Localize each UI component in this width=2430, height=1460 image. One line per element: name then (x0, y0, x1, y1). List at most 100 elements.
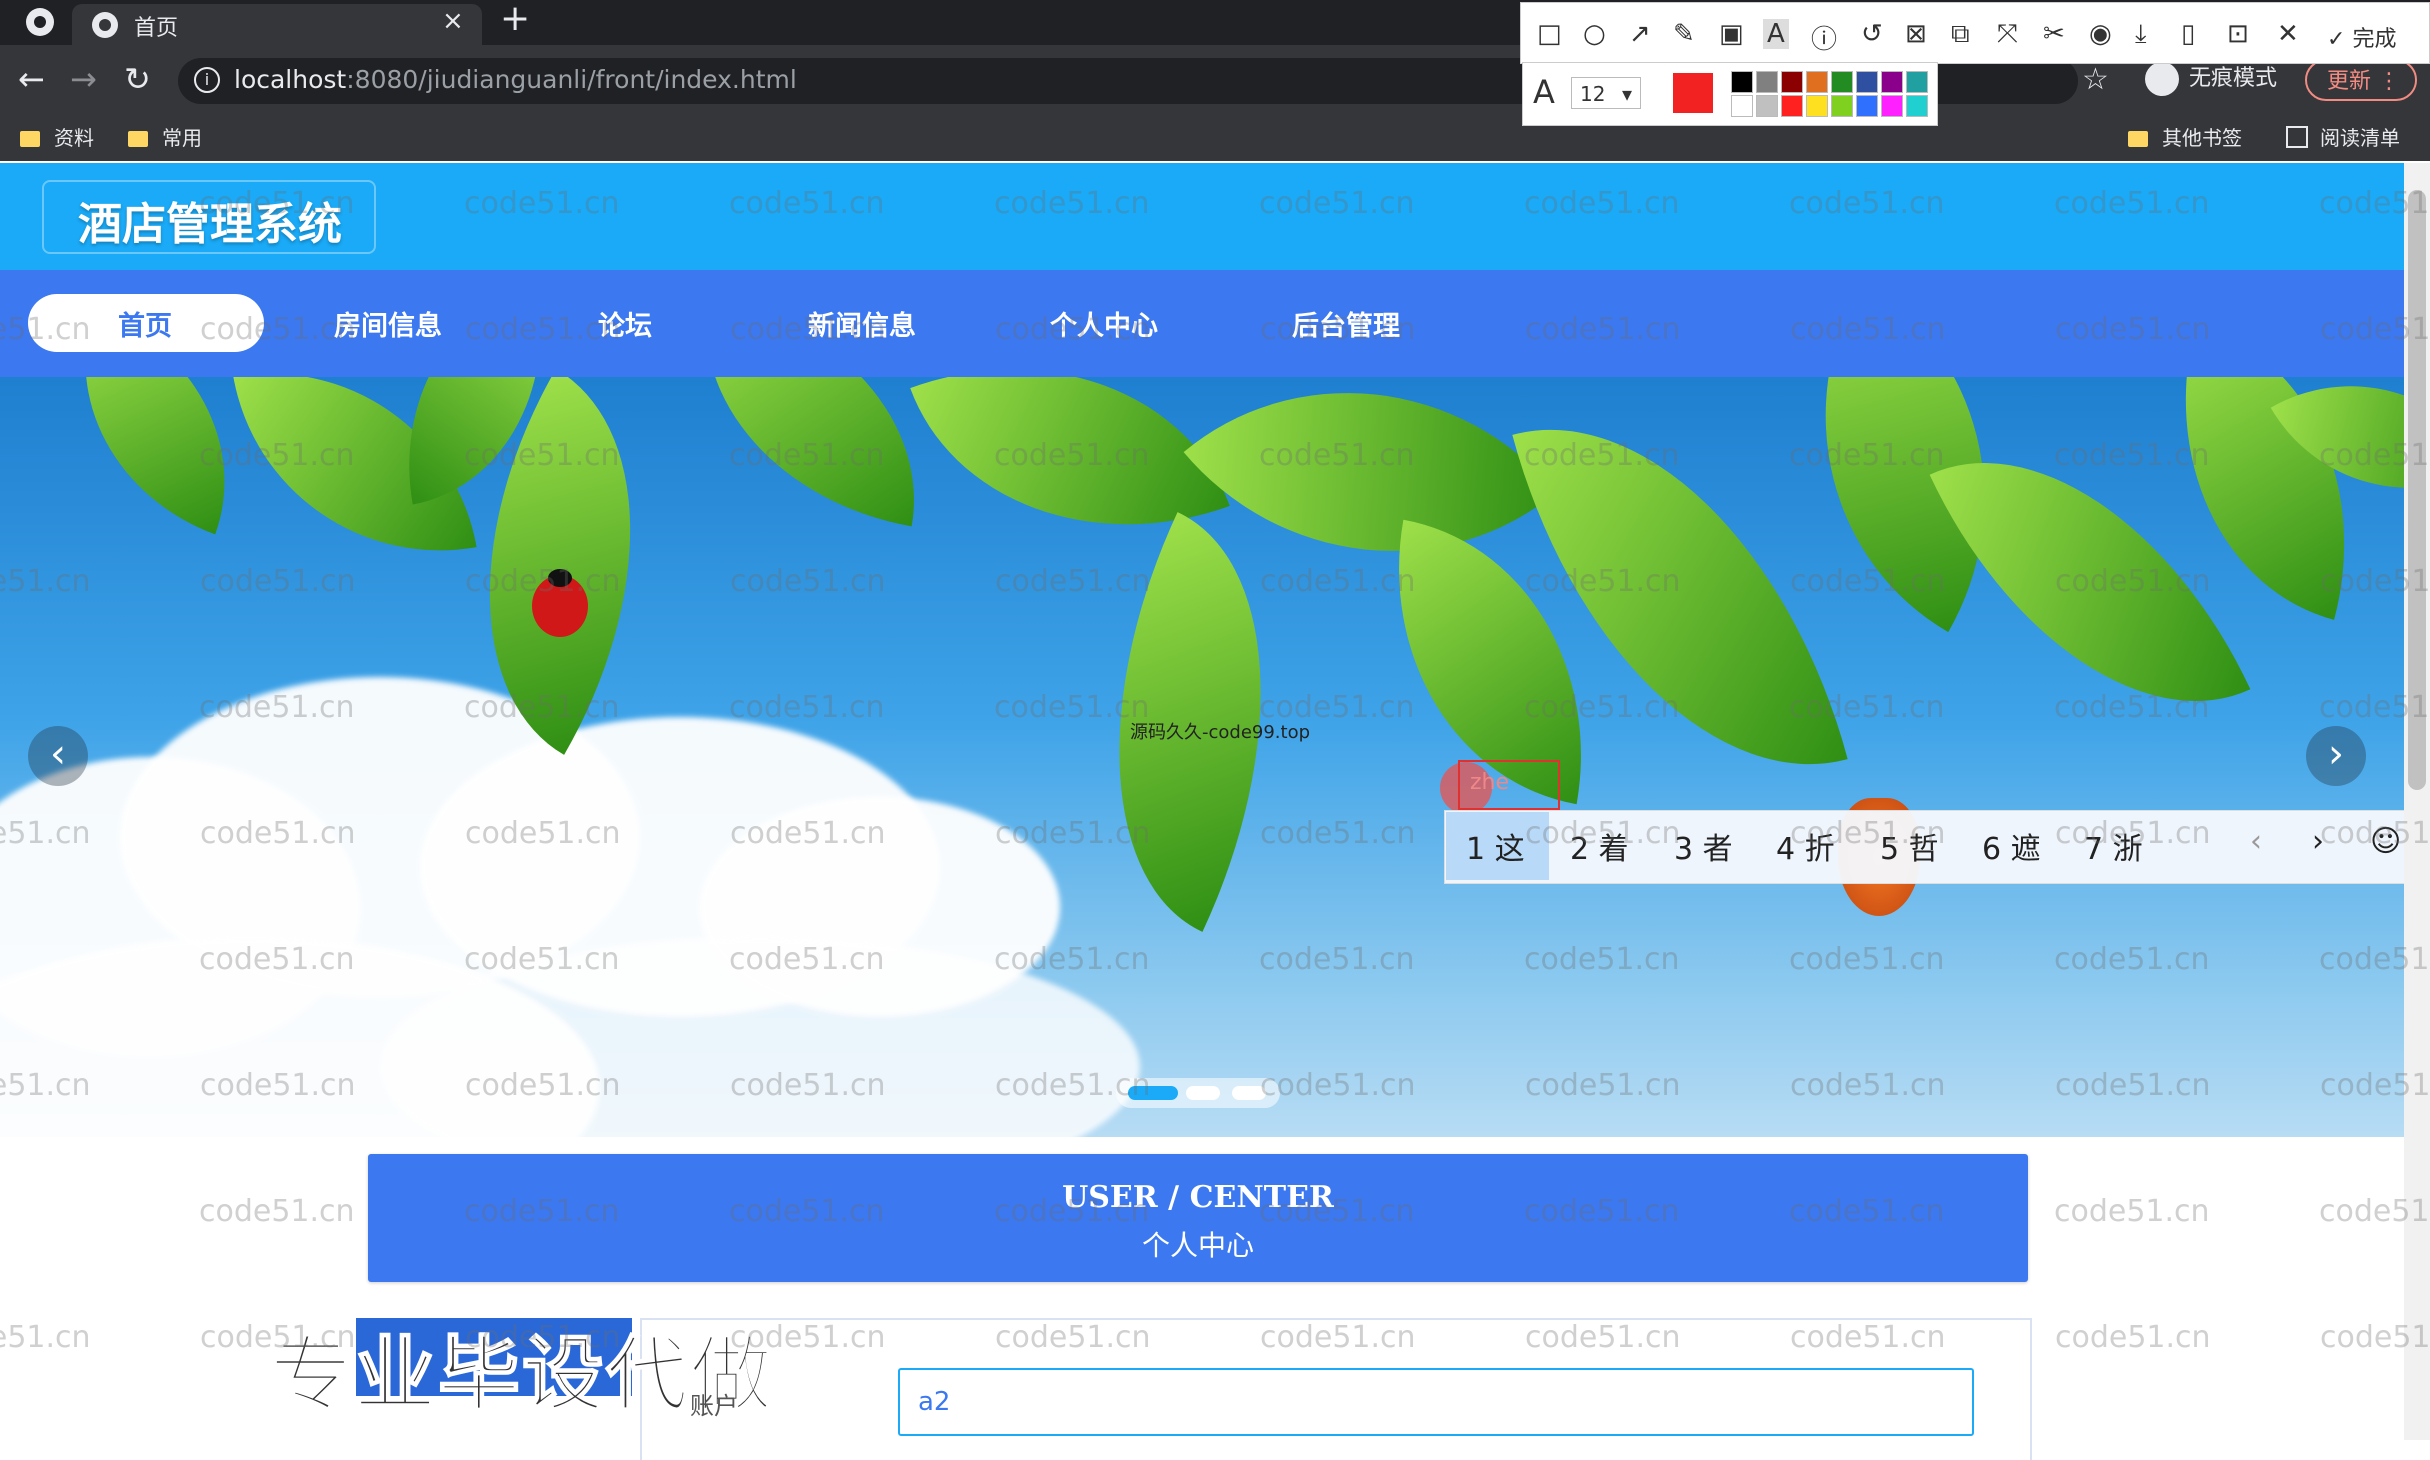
color-swatch[interactable] (1906, 95, 1928, 117)
watermark: code51.cn (199, 1194, 355, 1229)
color-swatch[interactable] (1856, 71, 1878, 93)
ellipse-tool-icon[interactable]: ○ (1583, 19, 1606, 49)
user-center-heading: USER / CENTER 个人中心 (368, 1154, 2028, 1282)
bookmark-folder-2[interactable]: 常用 (128, 122, 202, 151)
forward-icon[interactable]: → (70, 60, 97, 98)
color-swatch[interactable] (1731, 95, 1753, 117)
text-tool-icon[interactable]: A (1763, 19, 1789, 49)
tab-close-icon[interactable]: × (442, 6, 464, 36)
translate-icon[interactable]: ⧉ (1951, 19, 1970, 50)
color-swatch[interactable] (1831, 95, 1853, 117)
bookmark-icon[interactable]: ⊡ (2227, 19, 2249, 49)
ime-candidate[interactable]: 3 者 (1674, 824, 1733, 868)
reload-icon[interactable]: ↻ (124, 60, 151, 98)
pin-icon[interactable]: ✂ (2043, 19, 2065, 49)
user-center-title-cn: 个人中心 (1141, 1229, 1254, 1262)
nav-home[interactable]: 首页 (118, 304, 172, 343)
color-swatch[interactable] (1881, 95, 1903, 117)
user-center-title-en: USER / CENTER (1062, 1180, 1334, 1215)
account-input[interactable] (898, 1368, 1974, 1436)
banner-carousel[interactable] (0, 377, 2404, 1137)
color-swatch[interactable] (1806, 95, 1828, 117)
color-swatch[interactable] (1756, 71, 1778, 93)
done-button[interactable]: ✓ 完成 (2327, 21, 2396, 53)
color-swatch[interactable] (1756, 95, 1778, 117)
carousel-indicators (1116, 1078, 1280, 1108)
nav-admin[interactable]: 后台管理 (1292, 304, 1400, 343)
browser-tab[interactable]: 首页 × (72, 4, 482, 45)
ime-next-icon[interactable]: › (2312, 824, 2324, 859)
watermark: code51.cn (2055, 1320, 2211, 1355)
carousel-prev-icon[interactable]: ‹ (28, 726, 88, 786)
watermark: code51.cn (0, 1320, 91, 1355)
color-swatch[interactable] (1731, 71, 1753, 93)
nav-forum[interactable]: 论坛 (598, 304, 652, 343)
nav-news[interactable]: 新闻信息 (808, 304, 916, 343)
ime-composition: zhe (1458, 760, 1560, 810)
folder-icon (128, 131, 148, 147)
emoji-icon[interactable]: ☺ (2370, 824, 2401, 859)
color-swatch[interactable] (1806, 71, 1828, 93)
carousel-next-icon[interactable]: › (2306, 726, 2366, 786)
ime-candidate[interactable]: 5 哲 (1880, 824, 1939, 868)
mosaic-tool-icon[interactable]: ▣ (1719, 19, 1744, 49)
color-swatch[interactable] (1856, 95, 1878, 117)
account-label: 账户 (690, 1392, 738, 1420)
color-swatch[interactable] (1906, 71, 1928, 93)
url-text: localhost:8080/jiudianguanli/front/index… (234, 65, 797, 94)
number-tool-icon[interactable]: ⓘ (1811, 19, 1837, 56)
ocr-icon[interactable]: ⊠ (1905, 19, 1927, 49)
long-shot-icon[interactable]: ⤧ (1997, 19, 2018, 50)
browser-logo-icon (26, 8, 54, 36)
carousel-dot-2[interactable] (1186, 1086, 1220, 1100)
pen-tool-icon[interactable]: ✎ (1673, 19, 1695, 49)
phone-icon[interactable]: ▯ (2181, 19, 2195, 49)
nav-user-center[interactable]: 个人中心 (1050, 304, 1158, 343)
font-size-select[interactable]: 12 ▾ (1571, 77, 1641, 109)
carousel-dot-3[interactable] (1232, 1086, 1266, 1100)
globe-icon (92, 12, 118, 38)
update-button[interactable]: 更新 ⋮ (2305, 59, 2417, 101)
incognito-label: 无痕模式 (2189, 66, 2278, 91)
download-icon[interactable]: ⤓ (2135, 19, 2147, 50)
banner-caption: 源码久久-code99.top (1130, 722, 1311, 743)
record-icon[interactable]: ◉ (2089, 19, 2112, 49)
color-swatch[interactable] (1781, 95, 1803, 117)
incognito-icon (2145, 62, 2179, 96)
folder-icon (20, 131, 40, 147)
color-swatch[interactable] (1831, 71, 1853, 93)
close-icon[interactable]: ✕ (2277, 19, 2299, 49)
other-bookmarks[interactable]: 其他书签 (2128, 122, 2242, 151)
reading-list-icon (2286, 126, 2308, 148)
text-style-panel: A 12 ▾ (1522, 62, 1938, 126)
back-icon[interactable]: ← (18, 60, 45, 98)
rectangle-tool-icon[interactable]: □ (1537, 19, 1562, 49)
ime-candidate[interactable]: 1 这 (1466, 824, 1525, 868)
font-icon: A (1533, 73, 1555, 111)
carousel-dot-1[interactable] (1128, 1086, 1178, 1100)
scrollbar-thumb[interactable] (2408, 190, 2426, 790)
reading-list[interactable]: 阅读清单 (2286, 122, 2400, 151)
ime-prev-icon[interactable]: ‹ (2250, 824, 2262, 859)
screenshot-toolbar: □ ○ ↗ ✎ ▣ A ⓘ ↺ ⊠ ⧉ ⤧ ✂ ◉ ⤓ ▯ ⊡ ✕ ✓ 完成 (1520, 2, 2430, 64)
ime-candidate[interactable]: 6 遮 (1982, 824, 2041, 868)
folder-icon (2128, 131, 2148, 147)
bookmark-folder-1[interactable]: 资料 (20, 122, 94, 151)
nav-rooms[interactable]: 房间信息 (334, 304, 442, 343)
site-title[interactable]: 酒店管理系统 (78, 188, 342, 252)
bookmark-star-icon[interactable]: ☆ (2082, 62, 2109, 97)
ime-candidate[interactable]: 7 浙 (2084, 824, 2143, 868)
menu-icon: ⋮ (2378, 69, 2401, 94)
current-color-swatch[interactable] (1673, 73, 1713, 113)
tab-title: 首页 (134, 16, 179, 41)
ime-candidate[interactable]: 4 折 (1776, 824, 1835, 868)
ime-candidate[interactable]: 2 着 (1570, 824, 1629, 868)
new-tab-button[interactable]: + (500, 0, 530, 39)
color-swatch[interactable] (1881, 71, 1903, 93)
undo-icon[interactable]: ↺ (1861, 19, 1883, 49)
ladybug-image (532, 569, 588, 637)
color-swatch[interactable] (1781, 71, 1803, 93)
site-info-icon[interactable]: i (194, 67, 220, 93)
incognito-indicator[interactable]: 无痕模式 (2145, 60, 2277, 100)
arrow-tool-icon[interactable]: ↗ (1629, 19, 1651, 49)
